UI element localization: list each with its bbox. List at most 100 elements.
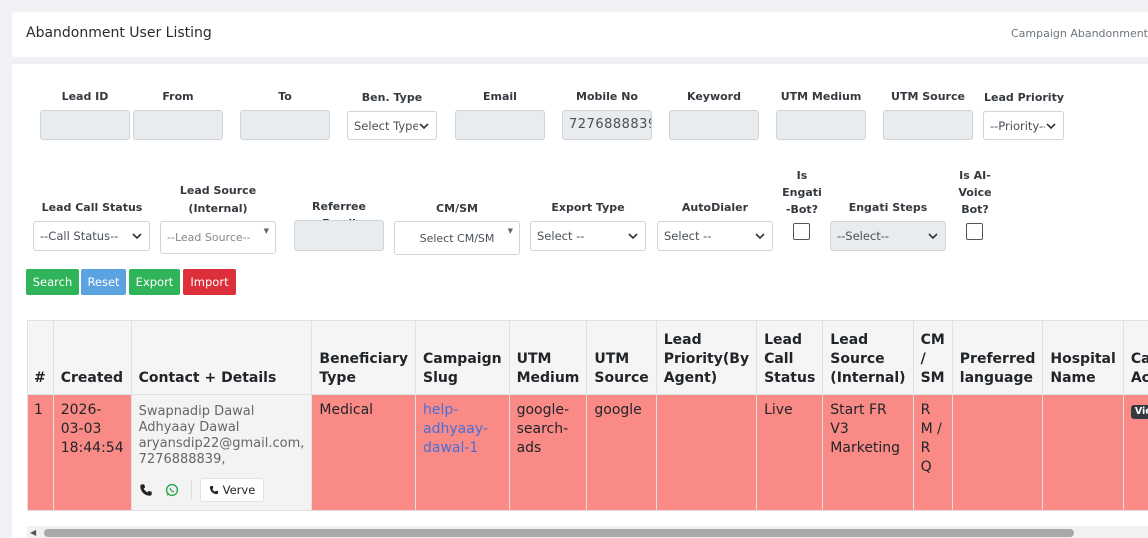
header-line: Preferred <box>959 351 1036 367</box>
cell-beneficiary-type: Medical <box>311 394 416 511</box>
col-header-contact[interactable]: Contact + Details <box>130 320 313 395</box>
mobile-input[interactable]: 7276888839 <box>562 110 652 140</box>
import-button[interactable]: Import <box>183 269 236 295</box>
header-line: Source <box>830 351 885 367</box>
export-type-value: Select -- <box>537 229 585 243</box>
whatsapp-icon[interactable] <box>165 483 179 497</box>
slug-link-line[interactable]: adhyaay- <box>423 420 502 439</box>
col-header-lead-priority[interactable]: Lead Priority(By Agent) <box>655 320 758 395</box>
table-row: 1 2026- 03-03 18:44:54 Swapnadip Dawal A… <box>27 394 1148 511</box>
breadcrumb[interactable]: Campaign Abandonment <box>1011 27 1148 40</box>
verve-label: Verve <box>222 483 256 497</box>
email-input[interactable] <box>455 110 545 140</box>
cm-sm-select[interactable]: Select CM/SM ▼ <box>394 221 520 255</box>
utm-medium-label: UTM Medium <box>780 90 862 103</box>
header-line: Slug <box>423 370 458 386</box>
cell-hospital-name <box>1042 394 1124 511</box>
col-header-beneficiary-type[interactable]: Beneficiary Type <box>311 320 416 395</box>
lead-source-line: V3 <box>830 421 849 437</box>
referee-email-input[interactable] <box>294 220 384 251</box>
cm-sm-line: R <box>920 440 931 456</box>
chevron-down-icon <box>628 233 638 240</box>
export-button[interactable]: Export <box>129 269 180 295</box>
cell-utm-source: google <box>586 394 657 511</box>
col-header-call-status[interactable]: Lead Call Status <box>756 320 824 395</box>
export-type-select[interactable]: Select -- <box>530 221 646 251</box>
header-line: Action <box>1130 370 1148 386</box>
from-date-input[interactable] <box>133 110 223 140</box>
col-header-preferred-language[interactable]: Preferred language <box>951 320 1044 395</box>
scroll-left-arrow-icon[interactable]: ◀ <box>30 528 36 537</box>
utm-medium-line: ads <box>516 440 542 456</box>
export-type-label: Export Type <box>551 201 625 214</box>
header-line: Lead <box>764 332 802 348</box>
to-date-input[interactable] <box>240 110 330 140</box>
col-header-utm-medium[interactable]: UTM Medium <box>508 320 588 395</box>
lead-source-select[interactable]: --Lead Source-- ▼ <box>160 221 276 254</box>
cm-sm-label: CM/SM <box>436 202 478 215</box>
leads-table: # Created Contact + Details Beneficiary T… <box>27 320 1148 511</box>
utm-medium-line: google- <box>516 402 570 418</box>
scrollbar-thumb[interactable] <box>44 529 1074 537</box>
col-header-campaign-slug[interactable]: Campaign Slug <box>415 320 510 395</box>
header-line: Lead <box>663 332 702 348</box>
header-line: Type <box>319 370 356 386</box>
col-header-hospital-name[interactable]: Hospital Name <box>1042 320 1124 395</box>
utm-medium-line: search- <box>516 421 569 437</box>
lead-id-label: Lead ID <box>61 90 109 103</box>
is-engati-bot-checkbox[interactable] <box>793 223 810 240</box>
col-header-num-text: # <box>34 370 46 386</box>
col-header-num[interactable]: # <box>27 320 54 395</box>
is-ai-voice-bot-checkbox[interactable] <box>966 223 983 240</box>
contact-email: aryansdip22@gmail.com, <box>138 436 305 451</box>
cell-num: 1 <box>27 394 54 511</box>
autodialer-label: AutoDialer <box>681 201 749 214</box>
header-line: Priority(By <box>663 351 750 367</box>
autodialer-select[interactable]: Select -- <box>657 221 773 251</box>
autodialer-value: Select -- <box>664 229 712 243</box>
reset-button[interactable]: Reset <box>81 269 126 295</box>
lead-source-value: --Lead Source-- <box>167 231 251 244</box>
cell-campaign-slug[interactable]: help- adhyaay- dawal-1 <box>415 394 510 511</box>
lead-call-status-label: Lead Call Status <box>41 201 143 214</box>
header-line: UTM <box>594 351 630 367</box>
contact-beneficiary-name: Adhyaay Dawal <box>138 420 240 435</box>
col-header-cm-sm[interactable]: CM / SM <box>912 320 953 395</box>
keyword-label: Keyword <box>687 90 741 103</box>
col-header-lead-source[interactable]: Lead Source (Internal) <box>822 320 914 395</box>
utm-source-input[interactable] <box>883 110 973 140</box>
from-label: From <box>162 90 194 103</box>
col-header-utm-source[interactable]: UTM Source <box>586 320 657 395</box>
engati-steps-select[interactable]: --Select-- <box>830 221 946 251</box>
slug-link-line[interactable]: dawal-1 <box>423 439 502 458</box>
cell-campaign-action: View Details <box>1122 394 1148 511</box>
is-ai-voice-bot-label-line1: Is AI- <box>959 169 991 182</box>
verve-call-button[interactable]: Verve <box>199 478 265 502</box>
lead-call-status-value: --Call Status-- <box>40 229 119 243</box>
is-engati-bot-label-line3: -Bot? <box>785 203 819 216</box>
header-line: Agent) <box>663 370 718 386</box>
slug-link-line[interactable]: help- <box>423 401 502 420</box>
to-label: To <box>278 90 292 103</box>
keyword-input[interactable] <box>669 110 759 140</box>
view-details-button[interactable]: View Details <box>1130 405 1148 419</box>
cell-call-status: Live <box>756 394 824 511</box>
lead-id-input[interactable] <box>40 110 130 140</box>
cell-contact: Swapnadip Dawal Adhyaay Dawal aryansdip2… <box>130 394 313 511</box>
utm-medium-input[interactable] <box>776 110 866 140</box>
created-line: 03-03 <box>60 421 102 437</box>
lead-priority-select[interactable]: --Priority-- <box>983 111 1064 140</box>
search-button[interactable]: Search <box>26 269 79 295</box>
lead-call-status-select[interactable]: --Call Status-- <box>33 221 150 251</box>
is-ai-voice-bot-label-line2: Voice <box>958 186 992 199</box>
email-label: Email <box>483 90 517 103</box>
header-line: Lead <box>830 332 869 348</box>
ben-type-select[interactable]: Select Type <box>347 111 437 140</box>
col-header-campaign-action[interactable]: Campaign Action <box>1122 320 1148 395</box>
cm-sm-line: R <box>920 402 931 418</box>
cell-created: 2026- 03-03 18:44:54 <box>52 394 132 511</box>
header-line: (Internal) <box>830 370 906 386</box>
col-header-created[interactable]: Created <box>52 320 132 395</box>
chevron-down-icon <box>1046 122 1056 129</box>
phone-icon[interactable] <box>139 483 153 497</box>
